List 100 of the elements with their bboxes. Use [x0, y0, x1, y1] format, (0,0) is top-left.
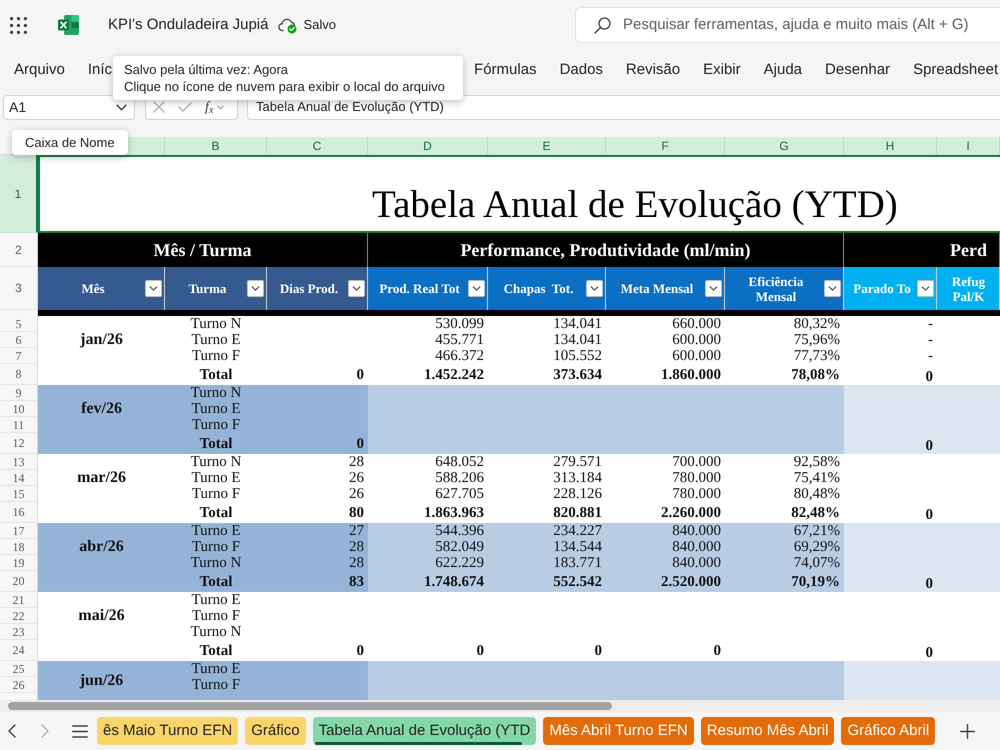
column-header[interactable]: E: [488, 137, 606, 155]
cell-value: -: [928, 332, 933, 348]
row-header[interactable]: 18: [0, 539, 38, 555]
row-header[interactable]: 13: [0, 454, 38, 470]
row-header[interactable]: 19: [0, 555, 38, 571]
filter-button[interactable]: [468, 280, 485, 297]
cell-value: 26: [349, 470, 364, 486]
row-header[interactable]: 8: [0, 364, 38, 385]
column-header[interactable]: C: [267, 137, 368, 155]
row-header[interactable]: 22: [0, 608, 38, 624]
sheet-tab[interactable]: Tabela Anual de Evolução (YTD: [312, 717, 536, 745]
document-title[interactable]: KPI's Onduladeira Jupiá: [108, 14, 268, 36]
search-field[interactable]: Pesquisar ferramentas, ajuda e muito mais (Alt + G): [575, 7, 1000, 43]
header-label: Dias Prod.: [280, 281, 338, 296]
cell-value: 600.000: [672, 348, 721, 364]
chevron-down-icon: [116, 104, 127, 110]
shift-label: Turno N: [190, 555, 242, 571]
sheet-tab[interactable]: Mês Abril Turno EFN: [543, 717, 694, 745]
row-header[interactable]: 5: [0, 316, 38, 332]
row-header[interactable]: 25: [0, 661, 38, 677]
row-header[interactable]: 6: [0, 332, 38, 348]
cell-value: 1.452.242: [424, 366, 484, 382]
cell-value: 70,19%: [791, 574, 840, 590]
column-header[interactable]: H: [844, 137, 937, 155]
menu-tab[interactable]: Desenhar: [825, 58, 890, 82]
filter-button[interactable]: [145, 280, 162, 297]
cell-value: 0: [926, 438, 933, 454]
cell-value: 840.000: [672, 555, 721, 571]
row-header[interactable]: 21: [0, 592, 38, 608]
row-header[interactable]: 14: [0, 470, 38, 486]
row-header[interactable]: 11: [0, 417, 38, 433]
group-header: Perd: [844, 233, 1000, 267]
menu-tab[interactable]: Arquivo: [14, 58, 65, 82]
name-box-field[interactable]: A1: [3, 94, 135, 120]
filter-button[interactable]: [348, 280, 365, 297]
cell-value: 82,48%: [791, 504, 840, 520]
row-header[interactable]: 2: [0, 233, 38, 267]
cell-value: 455.771: [435, 332, 484, 348]
row-header[interactable]: 24: [0, 640, 38, 661]
menu-tab[interactable]: Spreadsheet: [913, 58, 998, 82]
row-header[interactable]: 26: [0, 677, 38, 693]
menu-tab[interactable]: Dados: [560, 58, 603, 82]
row-header[interactable]: 10: [0, 401, 38, 417]
filter-button[interactable]: [586, 280, 603, 297]
shift-label: Turno F: [192, 539, 240, 555]
filter-button[interactable]: [247, 280, 264, 297]
cell-value: 373.634: [553, 366, 602, 382]
row-header[interactable]: 15: [0, 486, 38, 502]
row-header[interactable]: 12: [0, 433, 38, 454]
menu-tab[interactable]: Fórmulas: [474, 58, 537, 82]
row-header[interactable]: 7: [0, 348, 38, 364]
insert-function-button[interactable]: f$_{x}$: [205, 96, 224, 118]
filter-button[interactable]: [917, 280, 934, 297]
menu-tab[interactable]: Iníc: [88, 58, 112, 82]
menu-icon[interactable]: [72, 724, 88, 738]
sheet-tab[interactable]: ês Maio Turno EFN: [97, 717, 238, 745]
sheet-tab[interactable]: Gráfico Abril: [841, 717, 936, 745]
shift-label: Turno E: [191, 523, 241, 539]
cell-value: 75,41%: [794, 470, 840, 486]
header-label: Prod. Real Tot: [379, 281, 460, 296]
column-header[interactable]: D: [368, 137, 488, 155]
grid-dots-icon[interactable]: [10, 16, 27, 34]
cell-value: 627.705: [435, 486, 484, 502]
sheet-tab[interactable]: Resumo Mês Abril: [700, 717, 834, 745]
cell-value: 0: [714, 642, 721, 658]
filter-button[interactable]: [705, 280, 722, 297]
row-header[interactable]: 16: [0, 502, 38, 523]
menu-tab[interactable]: Ajuda: [764, 58, 802, 82]
row-header[interactable]: 1: [0, 155, 38, 233]
row-header[interactable]: 9: [0, 385, 38, 401]
cell-value: 28: [349, 454, 364, 470]
row-header[interactable]: 3: [0, 267, 38, 310]
column-header[interactable]: G: [725, 137, 844, 155]
month-label: mar/26: [77, 470, 126, 486]
plus-icon[interactable]: [960, 724, 975, 738]
shift-label: Turno N: [190, 385, 242, 401]
cell-value: 234.227: [553, 523, 602, 539]
cell-value: 134.041: [553, 316, 602, 332]
cell-value: 279.571: [553, 454, 602, 470]
shift-label: Turno N: [190, 316, 242, 332]
sheet-tab[interactable]: Gráfico: [245, 717, 306, 745]
filter-button[interactable]: [824, 280, 841, 297]
row-header[interactable]: 23: [0, 624, 38, 640]
chevron-left-icon[interactable]: [8, 724, 16, 738]
group-header: Mês / Turma: [38, 233, 368, 267]
column-header[interactable]: I: [937, 137, 1000, 155]
cell-value: 313.184: [553, 470, 602, 486]
shift-label: Turno F: [192, 486, 240, 502]
row-header[interactable]: 20: [0, 571, 38, 592]
column-header[interactable]: B: [165, 137, 267, 155]
cloud-check-icon: [278, 16, 298, 34]
save-status-button[interactable]: Salvo: [278, 15, 336, 35]
cell-value: 780.000: [672, 470, 721, 486]
column-header[interactable]: F: [606, 137, 725, 155]
menu-tab[interactable]: Exibir: [703, 58, 741, 82]
row-header[interactable]: 17: [0, 523, 38, 539]
formula-input-field[interactable]: Tabela Anual de Evolução (YTD): [247, 94, 1000, 120]
scrollbar-thumb[interactable]: [8, 702, 612, 710]
menu-tab[interactable]: Revisão: [626, 58, 680, 82]
horizontal-scrollbar[interactable]: [0, 700, 1000, 712]
